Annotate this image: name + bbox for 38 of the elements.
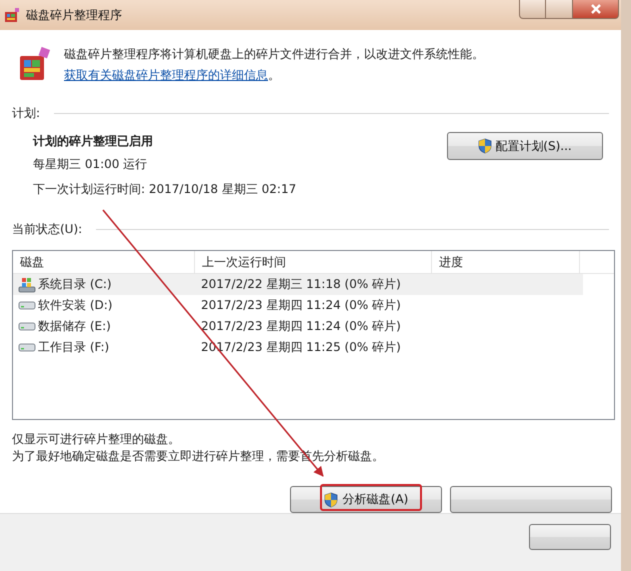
- disk-name: 数据储存 (E:): [38, 318, 111, 335]
- section-heading: 计划:: [12, 105, 40, 122]
- shield-icon: [324, 492, 338, 508]
- table-row[interactable]: 系统目录 (C:) 2017/2/22 星期三 11:18 (0% 碎片): [13, 274, 583, 295]
- table-row[interactable]: 软件安装 (D:) 2017/2/23 星期四 11:24 (0% 碎片): [13, 295, 583, 316]
- schedule-frequency: 每星期三 01:00 运行: [33, 156, 148, 173]
- close-button[interactable]: [573, 0, 619, 19]
- next-run-time: 下一次计划运行时间: 2017/10/18 星期三 02:17: [33, 181, 296, 198]
- last-run-time: 2017/2/23 星期四 11:24 (0% 碎片): [201, 297, 401, 314]
- column-header[interactable]: 磁盘: [13, 251, 195, 273]
- system-drive-icon: [18, 276, 36, 292]
- minimize-button[interactable]: [519, 0, 546, 19]
- table-row[interactable]: 数据储存 (E:) 2017/2/23 星期四 11:24 (0% 碎片): [13, 316, 583, 337]
- drive-icon: [18, 343, 36, 352]
- close-icon: [590, 4, 602, 14]
- shield-icon: [478, 138, 492, 154]
- disk-name: 软件安装 (D:): [38, 297, 112, 314]
- drive-icon: [18, 301, 36, 310]
- configure-schedule-button[interactable]: 配置计划(S)...: [447, 132, 603, 160]
- last-run-time: 2017/2/22 星期三 11:18 (0% 碎片): [201, 276, 401, 293]
- drive-icon: [18, 322, 36, 331]
- info-text: 仅显示可进行碎片整理的磁盘。: [12, 431, 181, 448]
- window-title: 磁盘碎片整理程序: [26, 6, 122, 24]
- dialog-button[interactable]: [450, 486, 612, 513]
- schedule-status: 计划的碎片整理已启用: [33, 133, 154, 150]
- disk-name: 工作目录 (F:): [38, 339, 110, 356]
- section-heading: 当前状态(U):: [12, 221, 82, 238]
- help-link[interactable]: 获取有关磁盘碎片整理程序的详细信息: [64, 68, 268, 82]
- defrag-icon: [4, 7, 20, 23]
- dialog-button[interactable]: [529, 524, 611, 550]
- last-run-time: 2017/2/23 星期四 11:24 (0% 碎片): [201, 318, 401, 335]
- disk-name: 系统目录 (C:): [38, 276, 112, 293]
- maximize-button[interactable]: [546, 0, 573, 19]
- defrag-icon: [18, 46, 52, 82]
- description-text: 磁盘碎片整理程序将计算机硬盘上的碎片文件进行合并，以改进文件系统性能。 获取有关磁盘碎片整理程序的详细信息。: [64, 46, 485, 84]
- column-header[interactable]: 进度: [432, 251, 580, 273]
- analyze-disk-button[interactable]: 分析磁盘(A): [290, 486, 442, 513]
- column-header[interactable]: 上一次运行时间: [195, 251, 432, 273]
